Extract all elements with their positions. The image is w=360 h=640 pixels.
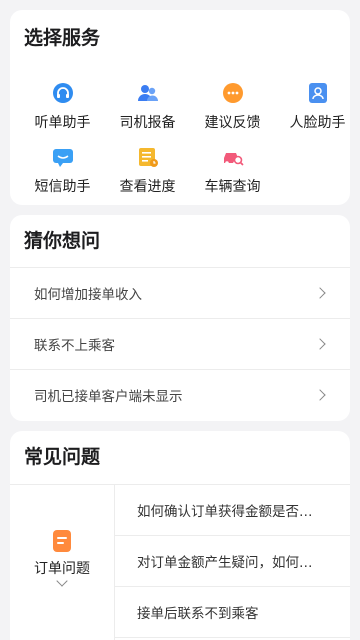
faq-title: 常见问题 (24, 446, 101, 468)
service-sms-assistant[interactable]: 短信助手 (20, 146, 105, 196)
guess-question-item[interactable]: 联系不上乘客 (10, 318, 350, 369)
car-search-icon (223, 153, 244, 166)
guess-question-item[interactable]: 司机已接单客户端未显示 (10, 369, 350, 420)
faq-card: 常见问题 订单问题 如何确认订单获得金额是否… 对订单金额产生疑问，如何… 接单… (10, 431, 350, 640)
faq-question-item[interactable]: 如何确认订单获得金额是否… (115, 485, 350, 536)
progress-icon (138, 148, 158, 167)
headset-icon (52, 83, 73, 103)
guess-question-item[interactable]: 如何增加接单收入 (10, 267, 350, 318)
service-label: 人脸助手 (289, 115, 346, 131)
service-vehicle-query[interactable]: 车辆查询 (190, 146, 275, 196)
message-icon (52, 149, 73, 167)
people-icon (137, 85, 158, 101)
service-label: 听单助手 (34, 115, 91, 131)
faq-question-item[interactable]: 接单后联系不到乘客 (115, 587, 350, 638)
service-order-listening-assistant[interactable]: 听单助手 (20, 82, 105, 132)
document-icon (53, 530, 71, 552)
chevron-right-icon (314, 389, 326, 401)
face-id-icon (308, 83, 327, 103)
service-driver-report[interactable]: 司机报备 (105, 82, 190, 132)
question-text: 如何确认订单获得金额是否… (137, 504, 313, 520)
service-label: 司机报备 (119, 115, 176, 131)
service-view-progress[interactable]: 查看进度 (105, 146, 190, 196)
service-label: 车辆查询 (204, 179, 261, 195)
service-feedback[interactable]: 建议反馈 (190, 82, 275, 132)
chevron-right-icon (314, 287, 326, 299)
question-text: 联系不上乘客 (34, 338, 115, 354)
question-text: 接单后联系不到乘客 (137, 606, 259, 622)
faq-question-list: 如何确认订单获得金额是否… 对订单金额产生疑问，如何… 接单后联系不到乘客 (115, 485, 350, 638)
faq-category-order-issues[interactable]: 订单问题 (10, 485, 115, 640)
guess-questions-card: 猜你想问 如何增加接单收入 联系不上乘客 司机已接单客户端未显示 (10, 215, 350, 421)
question-text: 对订单金额产生疑问，如何… (137, 555, 313, 571)
select-service-title: 选择服务 (24, 27, 101, 49)
service-label: 建议反馈 (204, 115, 261, 131)
select-service-card: 选择服务 听单助手 司机报备 建议反馈 人脸助手 短信助手 查看进度 车辆查询 (10, 10, 350, 205)
faq-body: 订单问题 如何确认订单获得金额是否… 对订单金额产生疑问，如何… 接单后联系不到… (10, 484, 350, 640)
guess-questions-title: 猜你想问 (24, 230, 101, 252)
more-bubble-icon (222, 83, 243, 103)
question-text: 如何增加接单收入 (34, 287, 142, 303)
service-face-assistant[interactable]: 人脸助手 (275, 82, 350, 132)
service-label: 查看进度 (119, 179, 176, 195)
faq-question-item[interactable]: 对订单金额产生疑问，如何… (115, 536, 350, 587)
service-label: 短信助手 (34, 179, 91, 195)
question-text: 司机已接单客户端未显示 (34, 389, 183, 405)
chevron-right-icon (314, 338, 326, 350)
